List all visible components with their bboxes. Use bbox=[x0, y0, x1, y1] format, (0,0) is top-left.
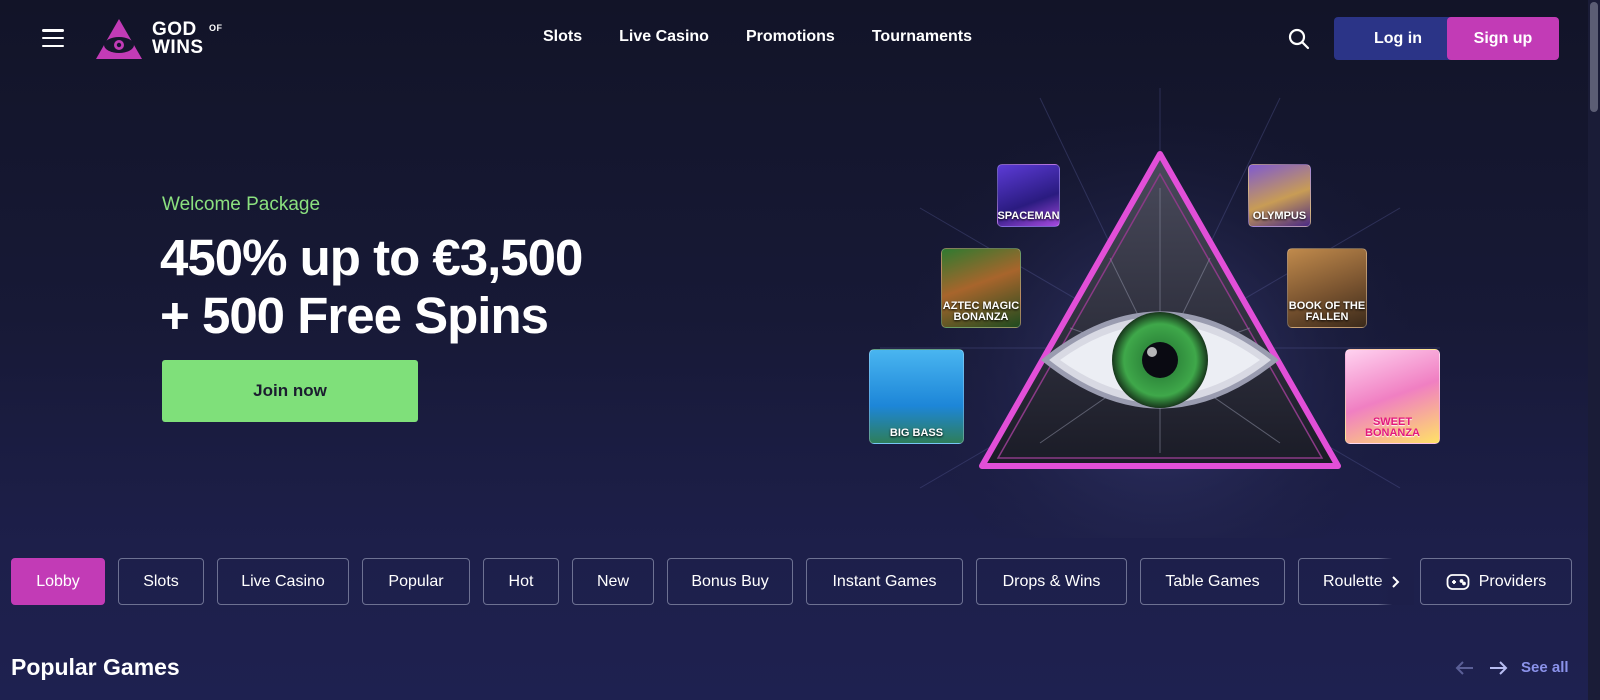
providers-button[interactable]: Providers bbox=[1420, 558, 1572, 605]
hero-kicker: Welcome Package bbox=[162, 194, 321, 215]
tab-instant-games[interactable]: Instant Games bbox=[806, 558, 963, 605]
main-nav: Slots Live Casino Promotions Tournaments bbox=[543, 28, 1009, 46]
popular-games-title: Popular Games bbox=[11, 654, 180, 680]
join-now-button[interactable]: Join now bbox=[162, 360, 418, 422]
see-all-link[interactable]: See all bbox=[1521, 659, 1569, 676]
game-tile-book-of-the-fallen[interactable]: BOOK OF THE FALLEN bbox=[1287, 248, 1367, 328]
search-icon bbox=[1288, 28, 1310, 50]
gamepad-icon bbox=[1446, 573, 1470, 590]
carousel-prev-button[interactable] bbox=[1454, 657, 1476, 679]
tab-drops-and-wins[interactable]: Drops & Wins bbox=[976, 558, 1127, 605]
login-button[interactable]: Log in bbox=[1334, 17, 1462, 60]
providers-label: Providers bbox=[1478, 572, 1547, 590]
hero-title-line2: + 500 Free Spins bbox=[160, 287, 549, 344]
tab-table-games[interactable]: Table Games bbox=[1140, 558, 1285, 605]
search-button[interactable] bbox=[1287, 27, 1311, 51]
nav-tournaments[interactable]: Tournaments bbox=[872, 28, 972, 46]
game-tile-spaceman[interactable]: SPACEMAN bbox=[997, 164, 1060, 227]
hero-title-line1: 450% up to €3,500 bbox=[160, 229, 583, 286]
game-tile-aztec-magic-bonanza[interactable]: AZTEC MAGIC BONANZA bbox=[941, 248, 1021, 328]
nav-slots[interactable]: Slots bbox=[543, 28, 582, 46]
category-tabs: Lobby Slots Live Casino Popular Hot New … bbox=[11, 558, 1398, 605]
tab-lobby[interactable]: Lobby bbox=[11, 558, 105, 605]
game-tile-big-bass[interactable]: BIG BASS bbox=[869, 349, 964, 444]
hamburger-icon bbox=[42, 29, 64, 32]
page-scrollbar[interactable] bbox=[1588, 0, 1600, 700]
tab-bonus-buy[interactable]: Bonus Buy bbox=[667, 558, 793, 605]
hero-title: 450% up to €3,500 + 500 Free Spins bbox=[160, 229, 720, 345]
logo-wordmark: GOD OF WINS bbox=[152, 19, 223, 58]
scrollbar-thumb[interactable] bbox=[1590, 2, 1598, 112]
arrow-left-icon bbox=[1455, 661, 1473, 675]
carousel-next-button[interactable] bbox=[1487, 657, 1509, 679]
chevron-right-icon bbox=[1392, 575, 1400, 588]
arrow-right-icon bbox=[1490, 661, 1508, 675]
game-tile-olympus[interactable]: OLYMPUS bbox=[1248, 164, 1311, 227]
nav-live-casino[interactable]: Live Casino bbox=[619, 28, 709, 46]
hamburger-menu-button[interactable] bbox=[40, 26, 66, 50]
tab-new[interactable]: New bbox=[572, 558, 654, 605]
site-logo[interactable]: GOD OF WINS bbox=[94, 17, 223, 61]
tab-hot[interactable]: Hot bbox=[483, 558, 559, 605]
game-tile-sweet-bonanza[interactable]: SWEET BONANZA bbox=[1345, 349, 1440, 444]
signup-button[interactable]: Sign up bbox=[1447, 17, 1559, 60]
tab-live-casino[interactable]: Live Casino bbox=[217, 558, 349, 605]
tabs-scroll-next-button[interactable] bbox=[1378, 558, 1414, 605]
top-header: GOD OF WINS Slots Live Casino Promotions… bbox=[0, 0, 1588, 76]
eye-triangle-logo-icon bbox=[96, 19, 142, 59]
nav-promotions[interactable]: Promotions bbox=[746, 28, 835, 46]
tab-slots[interactable]: Slots bbox=[118, 558, 204, 605]
tab-popular[interactable]: Popular bbox=[362, 558, 470, 605]
